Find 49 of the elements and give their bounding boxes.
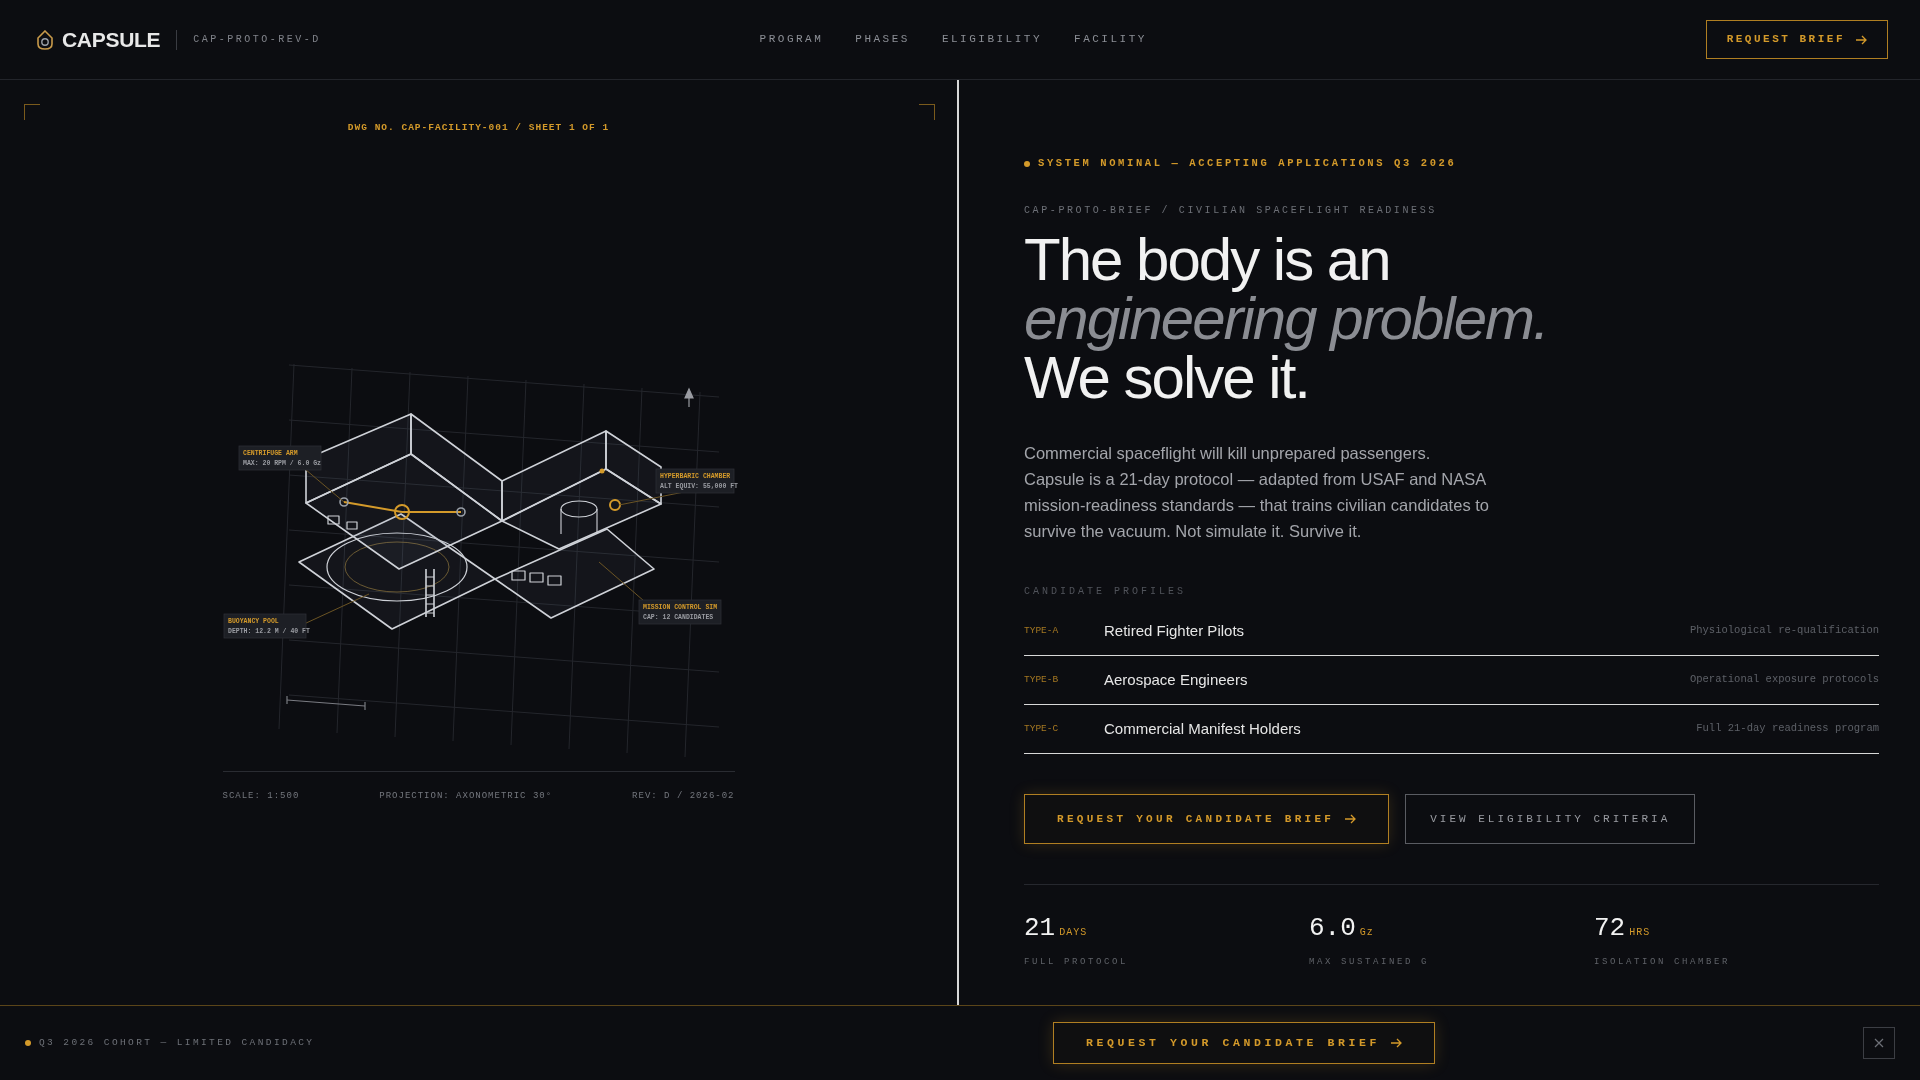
arrow-icon xyxy=(1855,34,1867,45)
eligibility-button[interactable]: VIEW ELIGIBILITY CRITERIA xyxy=(1405,793,1696,844)
stat-value: 72 xyxy=(1594,911,1626,945)
drawing-meta: SCALE: 1:500 xyxy=(222,790,300,804)
close-button[interactable] xyxy=(1863,1027,1895,1059)
drawing-number: DWG NO. CAP-FACILITY-001 / SHEET 1 OF 1 xyxy=(347,121,610,135)
stat-label: FULL PROTOCOL xyxy=(1024,955,1129,969)
status-dot xyxy=(25,1040,31,1046)
close-icon xyxy=(1874,1038,1884,1048)
drawing-meta: PROJECTION: AXONOMETRIC 30° xyxy=(379,790,553,804)
logo-text: CAPSULE xyxy=(62,26,161,53)
eyebrow-text: CAP-PROTO-BRIEF / CIVILIAN SPACEFLIGHT READINESS xyxy=(1024,203,1438,218)
profile-note: Physiological re-qualification xyxy=(1689,622,1879,638)
profile-note: Full 21-day readiness program xyxy=(1696,720,1879,736)
leader-line xyxy=(598,561,644,602)
profile-name: Aerospace Engineers xyxy=(1104,669,1249,690)
profile-type: TYPE-A xyxy=(1024,623,1060,638)
stat-unit: DAYS xyxy=(1059,925,1088,940)
section-label: CANDIDATE PROFILES xyxy=(1024,584,1188,599)
stat-label: MAX SUSTAINED G xyxy=(1309,955,1430,969)
drawing-meta: REV: D / 2026-02 xyxy=(632,790,735,804)
stat-value: 21 xyxy=(1024,911,1056,945)
arrow-icon xyxy=(1344,813,1357,824)
nav-link[interactable]: FACILITY xyxy=(1074,31,1147,48)
profile-note: Operational exposure protocols xyxy=(1689,671,1879,687)
north-arrow-icon xyxy=(683,387,694,408)
request-brief-button[interactable]: REQUEST YOUR CANDIDATE BRIEF xyxy=(1024,793,1390,844)
stat-value: 6.0 xyxy=(1309,911,1356,945)
stat-unit: Gz xyxy=(1359,925,1374,940)
profile-type: TYPE-C xyxy=(1024,721,1060,736)
status-text: SYSTEM NOMINAL — ACCEPTING APPLICATIONS Q3 2026 xyxy=(1038,156,1457,171)
corner-mark xyxy=(24,104,40,120)
arrow-icon xyxy=(1390,1038,1402,1048)
stat-label: ISOLATION CHAMBER xyxy=(1594,955,1731,969)
profile-type: TYPE-B xyxy=(1024,672,1060,687)
intro-paragraph: Commercial spaceflight will kill unprepared passengers. Capsule is a 21-day protocol — adapted from USAF and NASA mission-readiness standards — that trains civilian candidates to survive the vacuum. Not simulate it. Survive it. xyxy=(1024,442,1490,542)
request-brief-button[interactable]: REQUEST BRIEF xyxy=(1705,20,1888,59)
nav-link[interactable]: ELIGIBILITY xyxy=(941,31,1043,48)
corner-mark xyxy=(919,104,935,120)
request-brief-button[interactable]: REQUEST YOUR CANDIDATE BRIEF xyxy=(1053,1022,1435,1064)
profile-name: Retired Fighter Pilots xyxy=(1104,620,1246,641)
profile-name: Commercial Manifest Holders xyxy=(1104,718,1302,739)
status-dot xyxy=(1024,160,1030,167)
stat-unit: HRS xyxy=(1629,925,1651,940)
version-code: CAP-PROTO-REV-D xyxy=(193,33,321,47)
nav-link[interactable]: PHASES xyxy=(855,31,910,48)
cohort-note: Q3 2026 COHORT — LIMITED CANDIDACY xyxy=(39,1035,315,1050)
nav-link[interactable]: PROGRAM xyxy=(759,31,824,48)
capsule-logo-icon xyxy=(36,29,54,50)
